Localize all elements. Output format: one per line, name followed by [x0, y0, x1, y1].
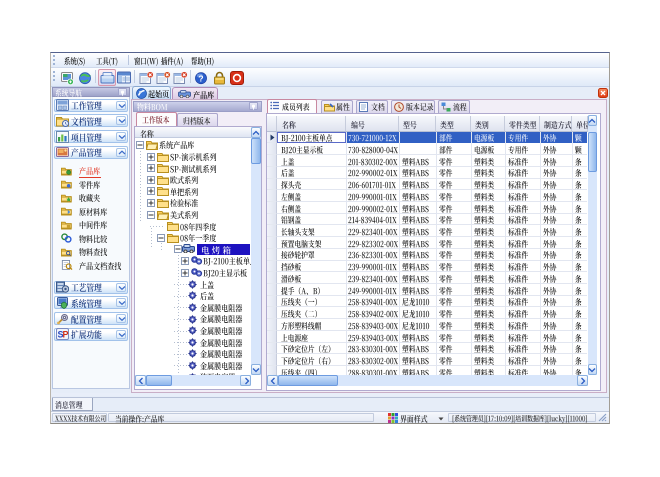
svg-text:?: ?	[198, 73, 203, 83]
svg-text:P: P	[63, 330, 69, 340]
